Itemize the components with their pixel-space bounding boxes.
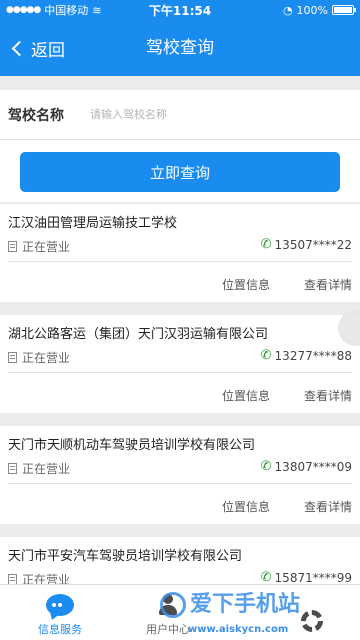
watermark-logo: 爱下手机站	[160, 592, 300, 618]
card-divider	[8, 372, 352, 373]
tab-label: 用户中心	[146, 623, 190, 636]
phone-number[interactable]: ✆ 13507****22	[261, 237, 352, 252]
school-list: 江汉油田管理局运输技工学校 正在营业 ✆ 13507****22 位置信息 查看详情 湖北公…	[0, 204, 360, 584]
school-card[interactable]: 湖北公路客运（集团）天门汉羽运输有限公司正在营业 ✆ 13277****88 位置信息…	[0, 315, 360, 413]
school-card[interactable]: 天门市平安汽车驾驶员培训学校有限公司正在营业✆15871****99位置信息查看…	[0, 537, 360, 584]
tab-chat-bubble[interactable]: 信息服务	[18, 585, 102, 640]
document-icon	[8, 463, 17, 474]
status-text: 正在营业	[22, 462, 71, 476]
business-status: 正在营业	[8, 571, 70, 584]
phone-icon: ✆	[260, 570, 272, 584]
nav-bar: 返回 驾校查询	[0, 20, 360, 76]
gear-icon	[301, 610, 323, 632]
back-label: 返回	[31, 40, 65, 61]
phone-text: 13507****22	[274, 237, 352, 252]
back-button[interactable]: 返回	[10, 20, 65, 76]
phone-icon: ✆	[260, 237, 272, 252]
document-icon	[8, 352, 17, 363]
watermark-text: 爱下手机站	[190, 592, 301, 617]
watermark-logo-icon	[160, 592, 186, 618]
watermark-url: www.aiskycn.com	[188, 624, 289, 635]
school-name: 江汉油田管理局运输技工学校	[8, 216, 178, 231]
school-name-field-row: 驾校名称	[0, 90, 360, 140]
document-icon	[8, 241, 17, 252]
business-status: 正在营业	[8, 460, 70, 477]
chat-bubble-icon	[46, 594, 74, 616]
location-info-link[interactable]: 位置信息	[222, 387, 270, 404]
school-name: 湖北公路客运（集团）天门汉羽运输有限公司	[8, 327, 269, 342]
school-name-label: 驾校名称	[8, 107, 64, 124]
location-info-link[interactable]: 位置信息	[222, 498, 270, 515]
school-name-input[interactable]	[90, 108, 330, 121]
school-card[interactable]: 江汉油田管理局运输技工学校正在营业 ✆ 13507****22 位置信息 查看详情	[0, 204, 360, 302]
school-name: 天门市天顺机动车驾驶员培训学校有限公司	[8, 438, 256, 453]
search-panel: 驾校名称 立即查询	[0, 90, 360, 202]
phone-number[interactable]: ✆ 13277****88	[261, 348, 352, 363]
business-status: 正在营业	[8, 238, 70, 255]
card-divider	[8, 483, 352, 484]
card-divider	[8, 261, 352, 262]
school-card[interactable]: 天门市天顺机动车驾驶员培训学校有限公司正在营业 ✆ 13807****09 位置信息 查…	[0, 426, 360, 524]
status-text: 正在营业	[22, 573, 71, 584]
search-submit-button[interactable]: 立即查询	[20, 152, 340, 192]
school-name: 天门市平安汽车驾驶员培训学校有限公司	[8, 549, 243, 564]
view-details-link[interactable]: 查看详情	[304, 498, 352, 515]
status-text: 正在营业	[22, 240, 71, 254]
document-icon	[8, 574, 17, 584]
phone-number[interactable]: ✆ 15871****99	[261, 570, 352, 584]
business-status: 正在营业	[8, 349, 70, 366]
phone-text: 13807****09	[274, 459, 352, 474]
location-info-link[interactable]: 位置信息	[222, 276, 270, 293]
phone-text: 13277****88	[274, 348, 352, 363]
battery-icon	[332, 5, 356, 15]
chevron-left-icon	[11, 40, 28, 56]
phone-icon: ✆	[260, 348, 272, 363]
view-details-link[interactable]: 查看详情	[304, 276, 352, 293]
phone-icon: ✆	[260, 459, 272, 474]
status-text: 正在营业	[22, 351, 71, 365]
status-bar: ●●●●● 中国移动 ≋ 下午11:54 ◔ 100%	[0, 0, 360, 20]
phone-text: 15871****99	[274, 570, 352, 585]
status-time: 下午11:54	[148, 3, 212, 18]
tab-label: 信息服务	[38, 623, 82, 636]
battery-fill	[334, 7, 352, 13]
phone-number[interactable]: ✆ 13807****09	[261, 459, 352, 474]
view-details-link[interactable]: 查看详情	[304, 387, 352, 404]
